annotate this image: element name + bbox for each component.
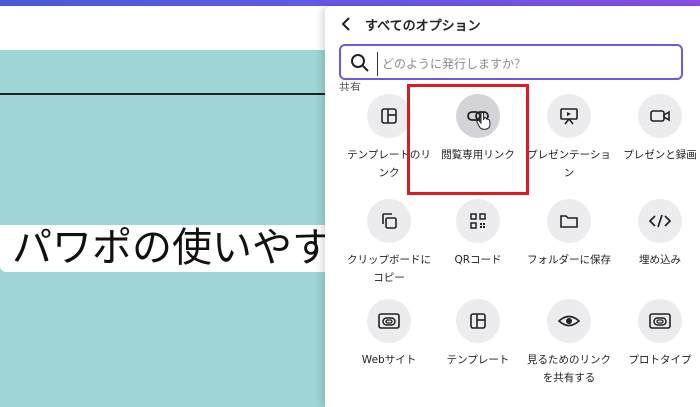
option-label: プレゼンテーション bbox=[527, 149, 611, 179]
option-website[interactable]: Webサイト bbox=[343, 299, 435, 369]
prototype-icon bbox=[638, 299, 682, 343]
option-presentation[interactable]: プレゼンテーション bbox=[523, 94, 615, 182]
panel-header: すべてのオプション bbox=[325, 6, 700, 44]
eye-icon bbox=[547, 299, 591, 343]
option-label: 埋め込み bbox=[639, 254, 681, 266]
option-label: QRコード bbox=[454, 254, 502, 266]
presentation-icon bbox=[547, 94, 591, 138]
slide[interactable]: パワポの使いやす bbox=[0, 50, 325, 407]
option-label: テンプレート bbox=[446, 354, 510, 366]
template-icon bbox=[367, 94, 411, 138]
option-label: クリップボードにコピー bbox=[347, 254, 431, 284]
option-embed[interactable]: 埋め込み bbox=[614, 199, 700, 269]
editor-top-bar bbox=[0, 6, 325, 50]
option-copy[interactable]: クリップボードにコピー bbox=[343, 199, 435, 287]
canvas-area: パワポの使いやす bbox=[0, 50, 325, 407]
option-folder[interactable]: フォルダーに保存 bbox=[523, 199, 615, 269]
option-label: プレゼンと録画 bbox=[623, 149, 697, 161]
folder-icon bbox=[547, 199, 591, 243]
option-qr[interactable]: QRコード bbox=[432, 199, 524, 269]
slide-divider-line bbox=[0, 93, 325, 95]
option-label: Webサイト bbox=[361, 354, 417, 366]
website-icon bbox=[367, 299, 411, 343]
back-button[interactable] bbox=[335, 13, 357, 35]
share-options-panel: すべてのオプション 共有 テンプレートのリンク閲覧専用リンクプレゼンテーションプ… bbox=[325, 6, 700, 407]
search-input[interactable] bbox=[377, 52, 674, 76]
chevron-left-icon bbox=[341, 17, 350, 31]
qr-icon bbox=[456, 199, 500, 243]
highlight-annotation bbox=[407, 84, 529, 195]
option-eye[interactable]: 見るためのリンクを共有する bbox=[523, 299, 615, 387]
search-icon bbox=[351, 54, 369, 72]
copy-icon bbox=[367, 199, 411, 243]
record-icon bbox=[638, 94, 682, 138]
slide-text-box[interactable]: パワポの使いやす bbox=[0, 225, 325, 272]
option-prototype[interactable]: プロトタイプ bbox=[614, 299, 700, 369]
panel-title: すべてのオプション bbox=[365, 19, 481, 34]
option-template[interactable]: テンプレート bbox=[432, 299, 524, 369]
option-label: プロトタイプ bbox=[628, 354, 692, 366]
embed-icon bbox=[638, 199, 682, 243]
option-label: 見るためのリンクを共有する bbox=[527, 354, 611, 384]
hand-cursor-icon bbox=[476, 112, 491, 130]
section-label: 共有 bbox=[339, 81, 361, 91]
option-label: フォルダーに保存 bbox=[527, 254, 611, 266]
template-icon bbox=[456, 299, 500, 343]
search-box[interactable] bbox=[339, 44, 683, 80]
slide-heading[interactable]: パワポの使いやす bbox=[12, 225, 325, 272]
option-record[interactable]: プレゼンと録画 bbox=[614, 94, 700, 164]
